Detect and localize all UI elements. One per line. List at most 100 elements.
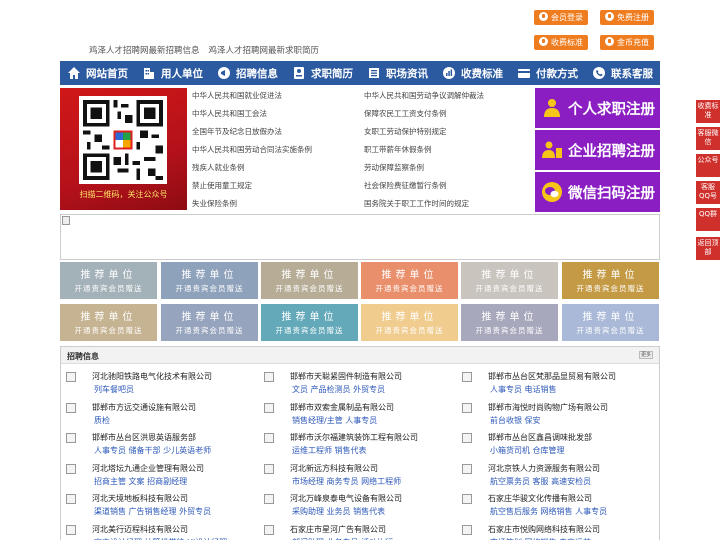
tagline-latest-jobs[interactable]: 鸡泽人才招聘网最新招聘信息 [89, 46, 200, 56]
recommend-tile[interactable]: 推荐单位 开通贵宾会员赠送 [361, 262, 458, 299]
job-positions-link[interactable]: 小箱货司机 仓库管理 [490, 445, 565, 456]
company-logo[interactable] [66, 524, 76, 535]
law-link[interactable]: 女职工劳动保护特别规定 [364, 126, 447, 137]
float-service-wechat[interactable]: 客服微信 [696, 127, 720, 150]
law-link[interactable]: 保障农民工工资支付条例 [364, 108, 447, 119]
company-name-link[interactable]: 河北新远方科技有限公司 [290, 463, 378, 474]
job-positions-link[interactable]: 销售经理/主管 人事专员 [292, 415, 377, 426]
recommend-tile[interactable]: 推荐单位 开通贵宾会员赠送 [261, 304, 358, 341]
company-logo[interactable] [66, 463, 76, 474]
company-name-link[interactable]: 河北美行迈程科技有限公司 [92, 524, 188, 535]
company-name-link[interactable]: 邯郸市方远交通设施有限公司 [92, 402, 196, 413]
law-link[interactable]: 残疾人就业条例 [192, 162, 245, 173]
company-name-link[interactable]: 石家庄华骏文化传播有限公司 [488, 493, 592, 504]
job-positions-link[interactable]: 航空票务员 客服 高速安检员 [490, 476, 591, 487]
job-positions-link[interactable]: 人事专员 储备干部 少儿英语老师 [94, 445, 211, 456]
company-logo[interactable] [264, 463, 274, 474]
float-fee-standard[interactable]: 收费标准 [696, 100, 720, 123]
nav-resumes[interactable]: 求职简历 [285, 61, 360, 85]
recommend-tile[interactable]: 推荐单位 开通贵宾会员赠送 [161, 262, 258, 299]
nav-employers[interactable]: 用人单位 [135, 61, 210, 85]
company-name-link[interactable]: 石家庄市星河广告有限公司 [290, 524, 386, 535]
nav-home[interactable]: 网站首页 [60, 61, 135, 85]
job-positions-link[interactable]: 招商主管 文案 招商副经理 [94, 476, 187, 487]
company-name-link[interactable]: 邯郸市丛台区梵那品显贸易有限公司 [488, 371, 616, 382]
company-name-link[interactable]: 邯郸市海悦时尚购物广场有限公司 [488, 402, 608, 413]
company-name-link[interactable]: 邯郸市丛台区鑫昌调味批发部 [488, 432, 592, 443]
company-name-link[interactable]: 河北驰阳铁路电气化技术有限公司 [92, 371, 212, 382]
nav-fees[interactable]: 收费标准 [435, 61, 510, 85]
float-back-to-top[interactable]: 返回顶部 [696, 237, 720, 260]
company-name-link[interactable]: 河北塔坛九通企业管理有限公司 [92, 463, 204, 474]
company-name-link[interactable]: 邯郸市沃尔福建筑装饰工程有限公司 [290, 432, 418, 443]
job-positions-link[interactable]: 前台收银 保安 [490, 415, 541, 426]
gold-recharge-button[interactable]: 金币充值 [600, 35, 654, 50]
float-service-qq[interactable]: 客服QQ号 [696, 181, 720, 204]
recommend-tile[interactable]: 推荐单位 开通贵宾会员赠送 [261, 262, 358, 299]
law-link[interactable]: 劳动保障监察条例 [364, 162, 424, 173]
more-button[interactable]: 更多 [639, 351, 653, 359]
job-positions-link[interactable]: 运维工程师 销售代表 [292, 445, 367, 456]
job-positions-link[interactable]: 市场策划 网络销售 电商运营 [490, 537, 591, 540]
free-register-button[interactable]: 免费注册 [600, 10, 654, 25]
law-link[interactable]: 失业保险条例 [192, 198, 237, 209]
company-logo[interactable] [66, 433, 76, 443]
company-logo[interactable] [462, 433, 472, 443]
company-logo[interactable] [264, 372, 274, 382]
job-positions-link[interactable]: 市场经理 商务专员 网络工程师 [292, 476, 401, 487]
recommend-tile[interactable]: 推荐单位 开通贵宾会员赠送 [161, 304, 258, 341]
nav-news[interactable]: 职场资讯 [360, 61, 435, 85]
company-logo[interactable] [462, 402, 472, 413]
recommend-tile[interactable]: 推荐单位 开通贵宾会员赠送 [562, 304, 659, 341]
company-logo[interactable] [66, 402, 76, 413]
company-logo[interactable] [462, 524, 472, 535]
law-link[interactable]: 职工带薪年休假条例 [364, 144, 432, 155]
law-link[interactable]: 禁止使用童工规定 [192, 180, 252, 191]
job-positions-link[interactable]: 采购助理 业务员 销售代表 [292, 506, 385, 517]
company-logo[interactable] [462, 463, 472, 474]
recommend-tile[interactable]: 推荐单位 开通贵宾会员赠送 [562, 262, 659, 299]
nav-contact[interactable]: 联系客服 [585, 61, 660, 85]
company-logo[interactable] [462, 372, 472, 382]
fee-standard-button[interactable]: 收费标准 [534, 35, 588, 50]
company-logo[interactable] [264, 402, 274, 413]
tagline-latest-resumes[interactable]: 鸡泽人才招聘网最新求职简历 [209, 46, 320, 56]
member-login-button[interactable]: 会员登录 [534, 10, 588, 25]
company-logo[interactable] [462, 494, 472, 504]
job-positions-link[interactable]: 列车餐吧员 [94, 384, 134, 395]
float-official-account[interactable]: 公众号 [696, 154, 720, 177]
company-name-link[interactable]: 石家庄市悦购网络科技有限公司 [488, 524, 600, 535]
job-positions-link[interactable]: 渠道销售 广告销售经理 外贸专员 [94, 506, 211, 517]
recommend-tile[interactable]: 推荐单位 开通贵宾会员赠送 [461, 262, 558, 299]
company-name-link[interactable]: 河北天境地板科技有限公司 [92, 493, 188, 504]
job-positions-link[interactable]: 文员 产品检测员 外贸专员 [292, 384, 385, 395]
job-positions-link[interactable]: 质检 [94, 415, 110, 426]
company-logo[interactable] [66, 494, 76, 504]
company-name-link[interactable]: 邯郸市丛台区洪恩英语服务部 [92, 432, 196, 443]
company-logo[interactable] [264, 524, 274, 535]
law-link[interactable]: 中华人民共和国工会法 [192, 108, 267, 119]
company-register-button[interactable]: 企业招聘注册 [535, 130, 660, 170]
law-link[interactable]: 中华人民共和国就业促进法 [192, 90, 282, 101]
law-link[interactable]: 全国年节及纪念日放假办法 [192, 126, 282, 137]
float-qq-group[interactable]: QQ群 [696, 208, 720, 231]
company-name-link[interactable]: 河北京铁人力资源服务有限公司 [488, 463, 600, 474]
company-logo[interactable] [264, 494, 274, 504]
nav-jobs[interactable]: 招聘信息 [210, 61, 285, 85]
wechat-register-button[interactable]: 微信扫码注册 [535, 172, 660, 212]
recommend-tile[interactable]: 推荐单位 开通贵宾会员赠送 [361, 304, 458, 341]
company-logo[interactable] [66, 372, 76, 382]
job-positions-link[interactable]: 室内设计经理 计算机学徒 UI设计经理 [94, 537, 227, 540]
company-logo[interactable] [264, 433, 274, 443]
law-link[interactable]: 社会保险费征缴暂行条例 [364, 180, 447, 191]
job-positions-link[interactable]: 人事专员 电话销售 [490, 384, 557, 395]
banner-ad[interactable] [60, 214, 660, 260]
law-link[interactable]: 中华人民共和国劳动争议调解仲裁法 [364, 90, 484, 101]
recommend-tile[interactable]: 推荐单位 开通贵宾会员赠送 [461, 304, 558, 341]
company-name-link[interactable]: 邯郸市天聪紧固件制造有限公司 [290, 371, 402, 382]
personal-register-button[interactable]: 个人求职注册 [535, 88, 660, 128]
nav-payment[interactable]: 付款方式 [510, 61, 585, 85]
job-positions-link[interactable]: 部门助理 业务专员 活动执行 [292, 537, 393, 540]
recommend-tile[interactable]: 推荐单位 开通贵宾会员赠送 [60, 304, 157, 341]
law-link[interactable]: 国务院关于职工工作时间的规定 [364, 198, 469, 209]
